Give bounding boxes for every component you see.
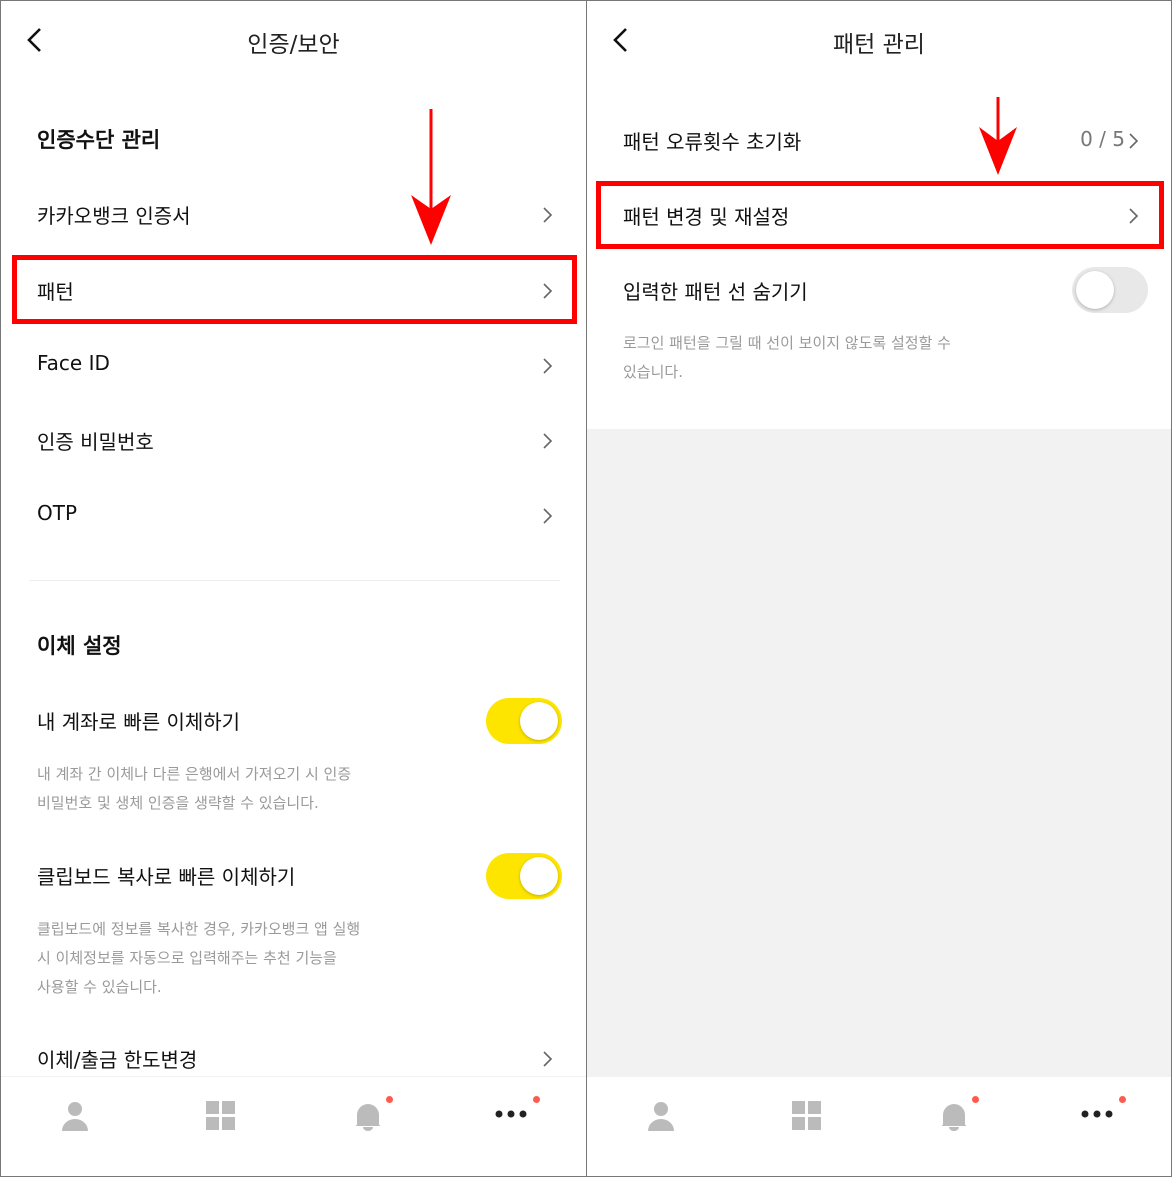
bell-icon[interactable] bbox=[353, 1101, 383, 1131]
chevron-right-icon bbox=[543, 358, 553, 374]
chevron-right-icon bbox=[543, 433, 553, 449]
clipboard-transfer-toggle[interactable] bbox=[486, 853, 562, 899]
pattern-management-screen: 패턴 관리 패턴 오류횟수 초기화 0 / 5 패턴 변경 및 재설정 입력한 … bbox=[586, 0, 1172, 1177]
auth-security-screen: 인증/보안 인증수단 관리 카카오뱅크 인증서 패턴 Face ID 인증 비밀… bbox=[0, 0, 587, 1177]
tab-bar bbox=[587, 1076, 1171, 1176]
item-otp[interactable]: OTP bbox=[37, 501, 77, 525]
arrow-down-icon bbox=[411, 109, 451, 245]
bell-icon[interactable] bbox=[939, 1101, 969, 1131]
more-icon[interactable] bbox=[1081, 1109, 1117, 1119]
toggle-label: 클립보드 복사로 빠른 이체하기 bbox=[37, 865, 296, 889]
error-count: 0 / 5 bbox=[1080, 127, 1125, 151]
chevron-right-icon bbox=[543, 207, 553, 223]
highlight-box bbox=[12, 255, 577, 324]
description: 로그인 패턴을 그릴 때 선이 보이지 않도록 설정할 수 있습니다. bbox=[623, 334, 951, 381]
toggle-label: 내 계좌로 빠른 이체하기 bbox=[37, 710, 241, 734]
item-reset-pattern-errors[interactable]: 패턴 오류횟수 초기화 bbox=[623, 126, 801, 155]
empty-area bbox=[587, 429, 1171, 1076]
item-kakaobank-cert[interactable]: 카카오뱅크 인증서 bbox=[37, 200, 191, 229]
more-icon[interactable] bbox=[495, 1109, 531, 1119]
section-title: 인증수단 관리 bbox=[37, 128, 161, 152]
grid-icon[interactable] bbox=[792, 1101, 822, 1131]
notification-badge bbox=[1119, 1096, 1126, 1103]
arrow-down-icon bbox=[979, 97, 1017, 175]
chevron-right-icon bbox=[543, 508, 553, 524]
chevron-right-icon bbox=[543, 1051, 553, 1067]
page-title: 인증/보안 bbox=[247, 32, 340, 58]
section-title: 이체 설정 bbox=[37, 634, 122, 658]
notification-badge bbox=[386, 1096, 393, 1103]
page-title: 패턴 관리 bbox=[833, 32, 925, 58]
item-auth-password[interactable]: 인증 비밀번호 bbox=[37, 426, 154, 455]
quick-transfer-own-toggle[interactable] bbox=[486, 698, 562, 744]
item-transfer-limit[interactable]: 이체/출금 한도변경 bbox=[37, 1044, 197, 1073]
description: 클립보드에 정보를 복사한 경우, 카카오뱅크 앱 실행 시 이체정보를 자동으로… bbox=[37, 920, 361, 996]
hide-pattern-line-toggle[interactable] bbox=[1072, 267, 1148, 313]
toggle-label: 입력한 패턴 선 숨기기 bbox=[623, 280, 808, 304]
highlight-box bbox=[596, 181, 1164, 249]
notification-badge bbox=[972, 1096, 979, 1103]
item-face-id[interactable]: Face ID bbox=[37, 351, 110, 375]
grid-icon[interactable] bbox=[206, 1101, 236, 1131]
person-icon[interactable] bbox=[647, 1101, 675, 1131]
description: 내 계좌 간 이체나 다른 은행에서 가져오기 시 인증 비밀번호 및 생체 인증… bbox=[37, 765, 352, 812]
person-icon[interactable] bbox=[61, 1101, 89, 1131]
tab-bar bbox=[1, 1076, 586, 1176]
divider bbox=[29, 580, 560, 581]
notification-badge bbox=[533, 1096, 540, 1103]
chevron-right-icon bbox=[1129, 133, 1139, 149]
